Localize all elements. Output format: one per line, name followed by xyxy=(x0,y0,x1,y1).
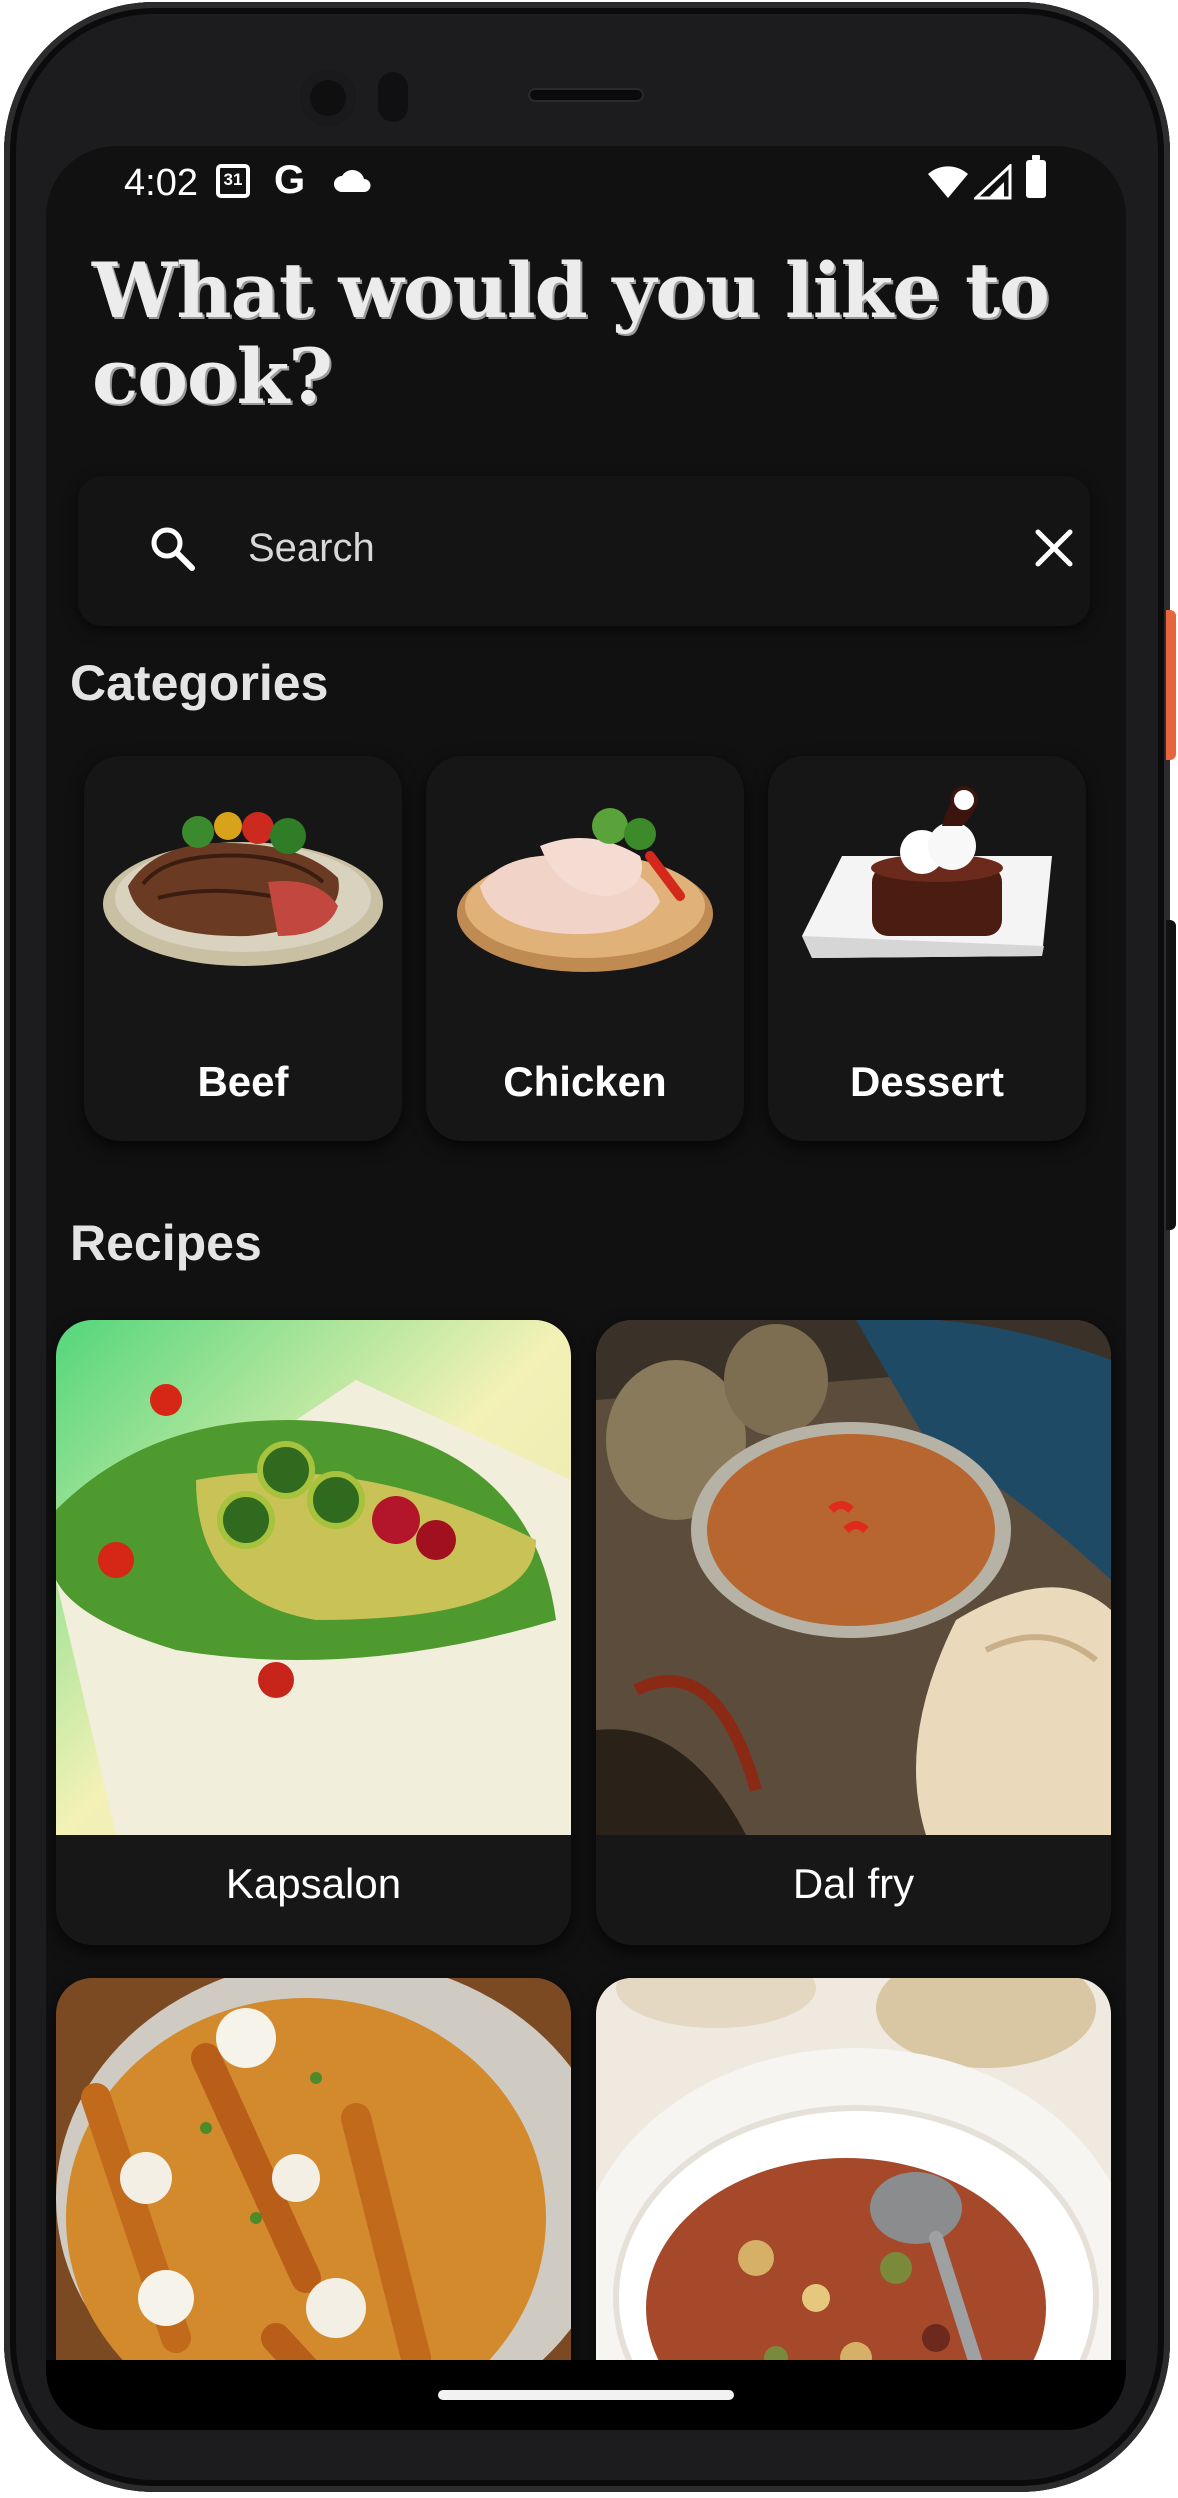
search-icon xyxy=(151,527,195,571)
search-input[interactable]: Search xyxy=(248,526,375,571)
page-title: What would you like to cook? xyxy=(92,246,1050,421)
category-card-dessert[interactable]: Dessert xyxy=(768,756,1086,1141)
category-card-beef[interactable]: Beef xyxy=(84,756,402,1141)
status-time: 4:02 xyxy=(124,162,198,204)
status-bar: 4:02 31 G xyxy=(46,146,1126,234)
categories-heading: Categories xyxy=(70,655,329,711)
home-indicator[interactable] xyxy=(438,2390,734,2400)
kapsalon-image xyxy=(56,1320,571,1835)
recipe-card-4[interactable] xyxy=(596,1978,1111,2376)
recipe-image xyxy=(596,1978,1111,2376)
calendar-icon: 31 xyxy=(216,164,250,198)
cloud-icon xyxy=(334,170,371,192)
power-button xyxy=(1166,610,1176,760)
front-camera xyxy=(300,70,356,126)
search-bar[interactable]: Search xyxy=(78,476,1090,626)
recipe-label: Kapsalon xyxy=(225,1860,402,1907)
dessert-image xyxy=(802,786,1052,958)
earpiece-speaker xyxy=(528,88,644,102)
category-label: Beef xyxy=(197,1058,289,1105)
category-label: Dessert xyxy=(849,1058,1005,1105)
recipe-card-dal-fry[interactable]: Dal fry xyxy=(596,1320,1111,1945)
category-card-chicken[interactable]: Chicken xyxy=(426,756,744,1141)
google-icon: G xyxy=(274,158,306,202)
chicken-image xyxy=(457,808,713,972)
close-icon[interactable] xyxy=(1030,524,1078,572)
recipe-label: Dal fry xyxy=(792,1860,915,1907)
volume-button xyxy=(1166,920,1176,1230)
category-label: Chicken xyxy=(503,1058,667,1105)
recipe-image xyxy=(56,1978,571,2376)
face-sensor xyxy=(378,72,408,122)
signal-icon xyxy=(974,164,1012,200)
recipes-heading: Recipes xyxy=(70,1215,262,1271)
wifi-icon xyxy=(928,166,968,198)
app-screen: 4:02 31 G What would you like to cook? S… xyxy=(46,146,1126,2376)
recipe-card-kapsalon[interactable]: Kapsalon xyxy=(56,1320,571,1945)
dal-fry-image xyxy=(596,1320,1111,1835)
recipe-card-3[interactable] xyxy=(56,1978,571,2376)
battery-icon xyxy=(1026,155,1046,198)
beef-image xyxy=(103,812,383,966)
